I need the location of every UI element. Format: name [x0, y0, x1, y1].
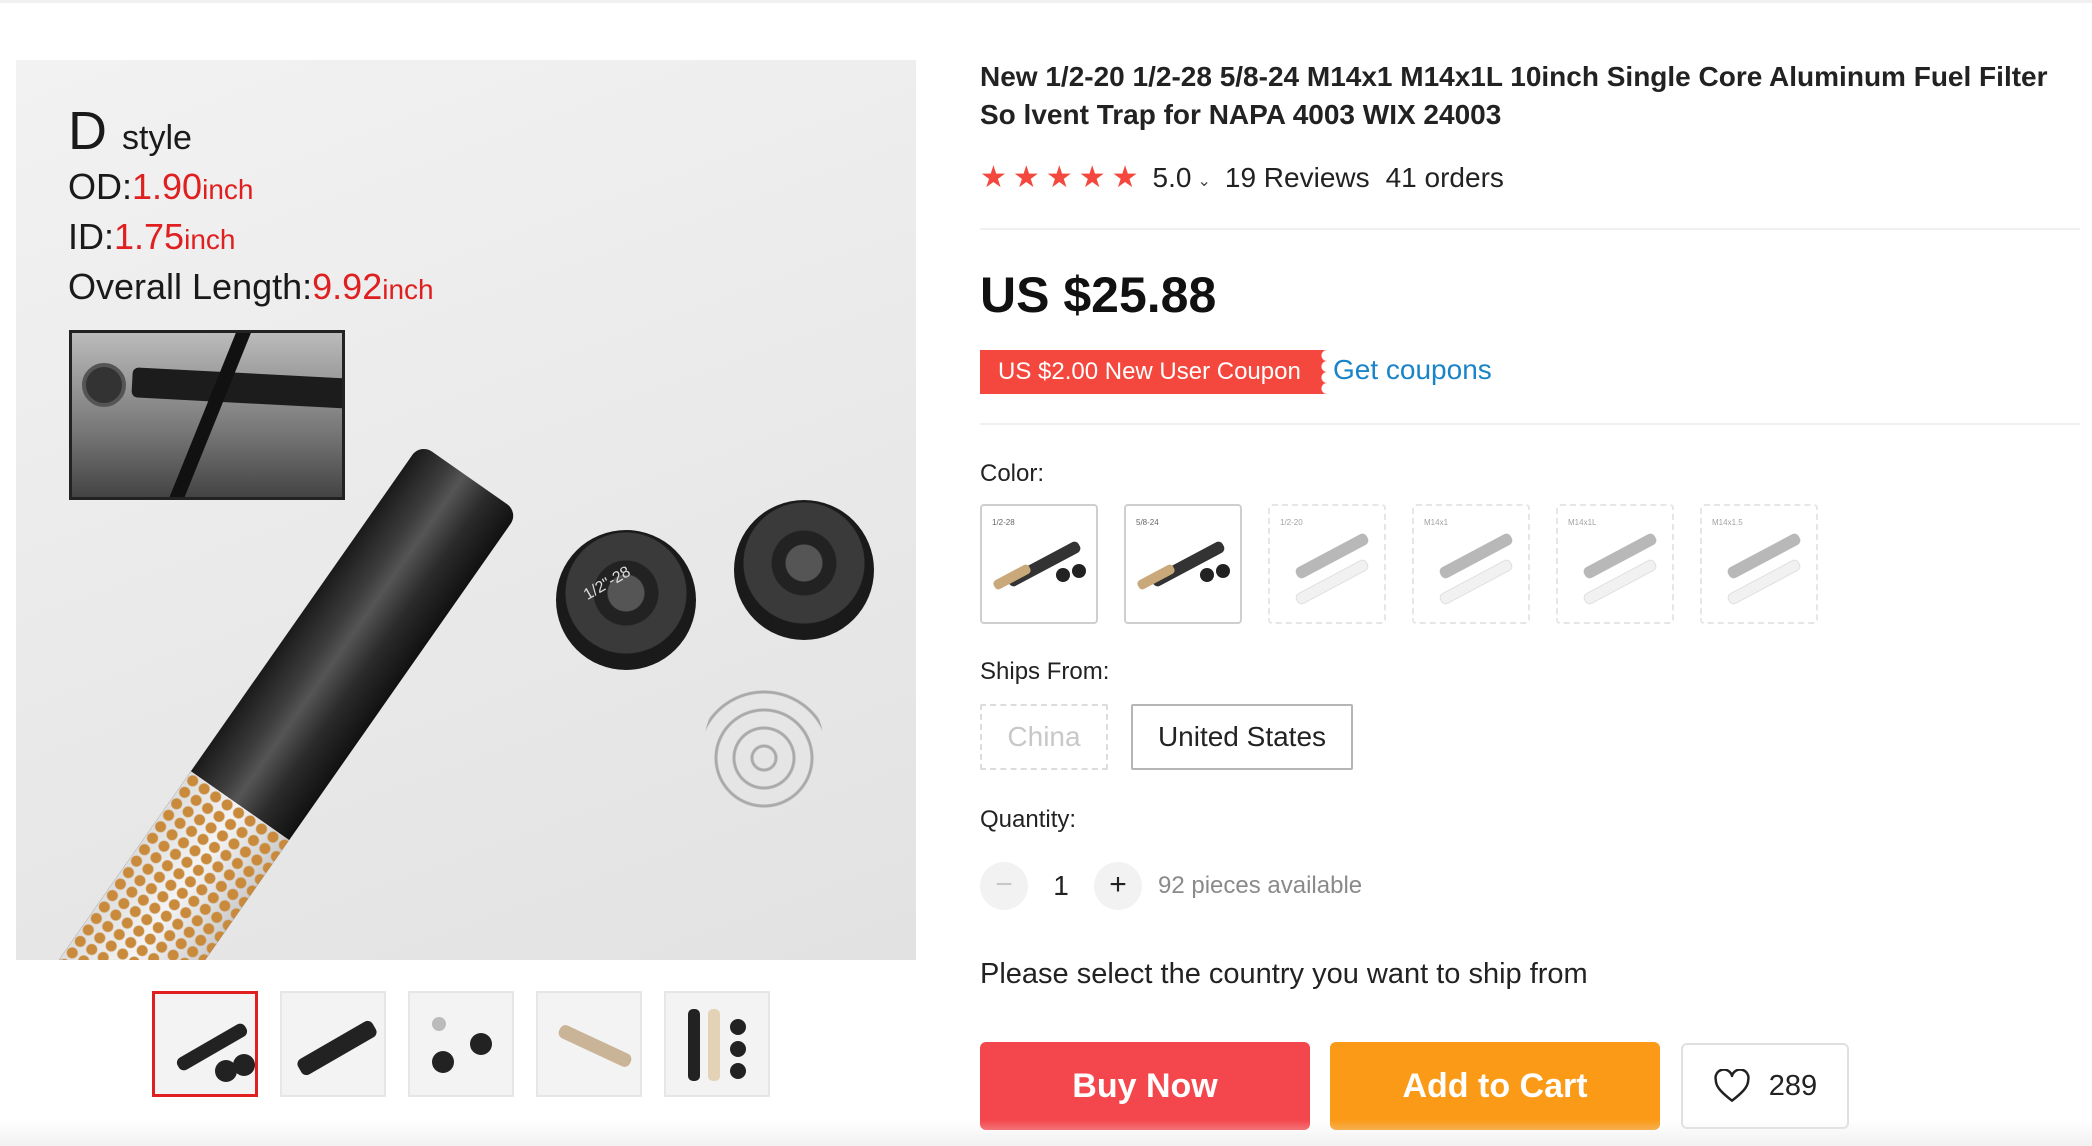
chevron-down-icon[interactable]: ⌄ — [1197, 171, 1210, 191]
star-icon: ★ — [1045, 161, 1073, 194]
quantity-stepper: − 1 + 92 pieces available — [980, 862, 1362, 910]
ship-from-message: Please select the country you want to sh… — [980, 958, 1588, 990]
star-icon: ★ — [980, 161, 1007, 194]
top-border — [0, 0, 2092, 3]
heart-icon — [1714, 1069, 1750, 1102]
quantity-increase-button[interactable]: + — [1094, 862, 1142, 910]
color-option-1-2-28[interactable]: 1/2-28 — [980, 504, 1098, 624]
rating-value[interactable]: 5.0 — [1153, 162, 1192, 194]
divider — [980, 228, 2080, 230]
color-option-m14x1-5[interactable]: M14x1.5 — [1700, 504, 1818, 624]
get-coupons-link[interactable]: Get coupons — [1333, 354, 1492, 386]
color-option-m14x1l[interactable]: M14x1L — [1556, 504, 1674, 624]
star-icon: ★ — [1012, 161, 1040, 194]
spring-part — [704, 680, 824, 810]
star-icon: ★ — [1111, 161, 1139, 194]
quantity-label: Quantity: — [980, 806, 1077, 833]
add-to-cart-button[interactable]: Add to Cart — [1330, 1042, 1660, 1130]
ship-from-us-option[interactable]: United States — [1131, 704, 1353, 770]
product-price: US $25.88 — [980, 267, 1217, 323]
color-label: Color: — [980, 460, 1045, 487]
product-title: New 1/2-20 1/2-28 5/8-24 M14x1 M14x1L 10… — [980, 61, 2048, 130]
bottom-fade — [0, 1120, 2092, 1146]
new-user-coupon-badge[interactable]: US $2.00 New User Coupon — [980, 350, 1327, 394]
orders-count: 41 orders — [1385, 162, 1504, 193]
thumbnail-2[interactable] — [280, 991, 386, 1097]
end-cap-right — [734, 500, 874, 640]
thumbnail-3[interactable] — [408, 991, 514, 1097]
color-option-5-8-24[interactable]: 5/8-24 — [1124, 504, 1242, 624]
thumbnail-strip — [152, 991, 770, 1097]
color-option-1-2-20[interactable]: 1/2-20 — [1268, 504, 1386, 624]
color-option-m14x1[interactable]: M14x1 — [1412, 504, 1530, 624]
end-cap-left — [556, 530, 696, 670]
reviews-link[interactable]: 19 Reviews — [1225, 162, 1370, 194]
buy-now-button[interactable]: Buy Now — [980, 1042, 1310, 1130]
color-options: 1/2-28 5/8-24 1/2-20 M14x1 M14x1L M14x1.… — [980, 504, 1818, 624]
ships-from-label: Ships From: — [980, 658, 1110, 685]
star-icon: ★ — [1078, 161, 1106, 194]
main-product-image[interactable]: D style OD:1.90inch ID:1.75inch Overall … — [16, 60, 916, 960]
ship-from-china-option[interactable]: China — [980, 704, 1108, 770]
thumbnail-4[interactable] — [536, 991, 642, 1097]
divider — [980, 423, 2080, 425]
thumbnail-5[interactable] — [664, 991, 770, 1097]
quantity-value[interactable]: 1 — [1028, 870, 1094, 902]
rating-row: ★ ★ ★ ★ ★ 5.0 ⌄ 19 Reviews 41 orders — [980, 160, 1504, 196]
rating-stars: ★ ★ ★ ★ ★ — [980, 163, 1139, 193]
wishlist-button[interactable]: 289 — [1681, 1043, 1849, 1129]
thumbnail-1[interactable] — [152, 991, 258, 1097]
pieces-available: 92 pieces available — [1158, 872, 1363, 899]
quantity-decrease-button[interactable]: − — [980, 862, 1028, 910]
wishlist-count: 289 — [1768, 1069, 1818, 1102]
